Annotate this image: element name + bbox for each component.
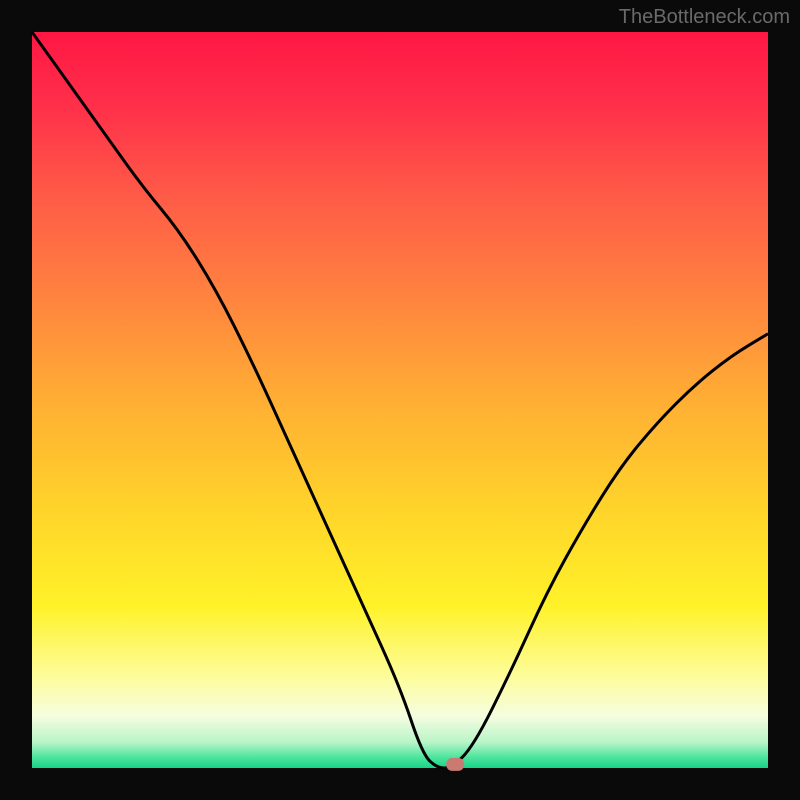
bottleneck-chart: TheBottleneck.com — [0, 0, 800, 800]
optimal-point-marker — [446, 758, 464, 771]
chart-svg — [0, 0, 800, 800]
watermark-text: TheBottleneck.com — [619, 6, 790, 29]
chart-gradient-background — [32, 32, 768, 768]
